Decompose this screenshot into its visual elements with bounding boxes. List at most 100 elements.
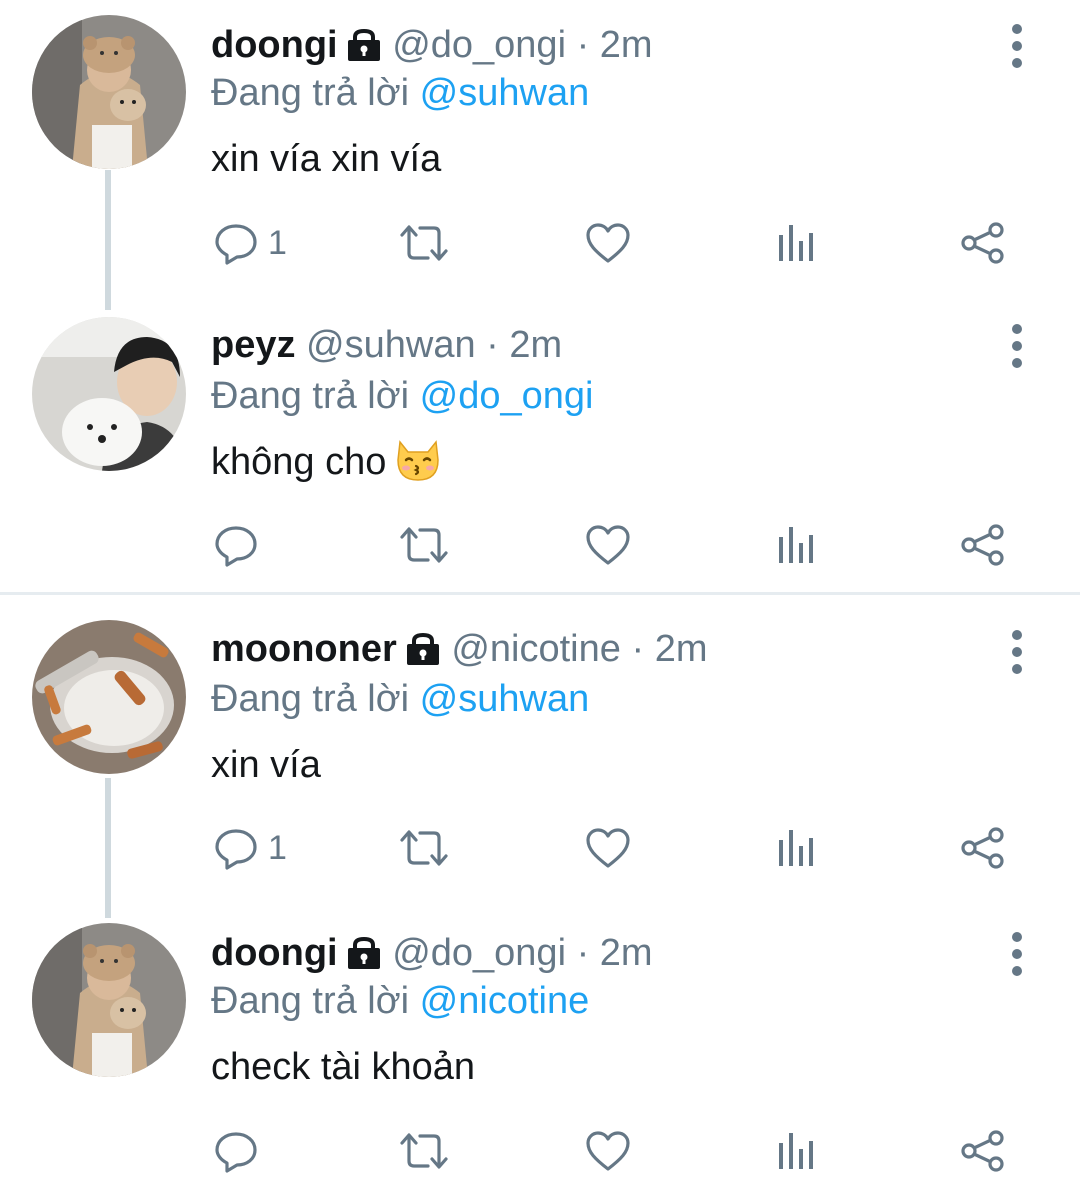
tweet[interactable]: moononer @nicotine · 2m Đang trả lời @su… — [0, 604, 1080, 904]
timestamp[interactable]: 2m — [509, 324, 562, 366]
tweet-actions — [0, 515, 1080, 575]
separator-dot: · — [486, 324, 499, 366]
mention-link[interactable]: @suhwan — [420, 678, 590, 720]
analytics-button[interactable] — [777, 818, 815, 878]
more-options-icon[interactable] — [1004, 322, 1030, 372]
share-icon — [960, 221, 1006, 265]
like-icon — [585, 221, 631, 265]
reply-count: 1 — [268, 223, 287, 262]
handle[interactable]: @do_ongi — [392, 24, 566, 66]
replying-to-label: Đang trả lời — [211, 375, 410, 417]
tweet-text: xin vía xin vía — [211, 138, 442, 180]
lock-icon — [405, 630, 441, 676]
analytics-button[interactable] — [777, 1121, 815, 1181]
tweet-text: xin vía — [211, 744, 321, 786]
reply-button[interactable] — [214, 1121, 268, 1181]
like-button[interactable] — [585, 515, 631, 575]
more-options-icon[interactable] — [1004, 22, 1030, 72]
analytics-icon — [777, 828, 815, 868]
analytics-button[interactable] — [777, 213, 815, 273]
share-icon — [960, 1129, 1006, 1173]
like-icon — [585, 826, 631, 870]
timestamp[interactable]: 2m — [655, 628, 708, 670]
replying-to: Đang trả lời @nicotine — [211, 978, 589, 1024]
separator-dot: · — [576, 932, 590, 974]
replying-to: Đang trả lời @do_ongi — [211, 373, 594, 419]
share-button[interactable] — [960, 1121, 1006, 1181]
mention-link[interactable]: @do_ongi — [420, 375, 594, 417]
display-name[interactable]: peyz — [211, 324, 295, 366]
kissing-cat-emoji — [394, 438, 442, 493]
handle[interactable]: @do_ongi — [392, 932, 566, 974]
tweet-header: peyz @suhwan · 2m — [211, 322, 562, 368]
like-button[interactable] — [585, 1121, 631, 1181]
replying-to: Đang trả lời @suhwan — [211, 676, 589, 722]
separator-dot: · — [576, 24, 590, 66]
tweet-actions — [0, 1121, 1080, 1181]
display-name[interactable]: doongi — [211, 24, 338, 66]
timestamp[interactable]: 2m — [600, 24, 653, 66]
share-button[interactable] — [960, 818, 1006, 878]
handle[interactable]: @nicotine — [451, 628, 621, 670]
retweet-button[interactable] — [398, 1121, 450, 1181]
like-button[interactable] — [585, 818, 631, 878]
separator-dot: · — [631, 628, 645, 670]
handle[interactable]: @suhwan — [306, 324, 476, 366]
reply-icon — [214, 1129, 258, 1173]
lock-icon — [346, 934, 382, 980]
replying-to-label: Đang trả lời — [211, 980, 410, 1022]
lock-icon — [346, 26, 382, 72]
display-name[interactable]: moononer — [211, 628, 397, 670]
reply-icon — [214, 523, 258, 567]
avatar[interactable] — [32, 620, 186, 774]
retweet-button[interactable] — [398, 213, 450, 273]
tweet-header: doongi @do_ongi · 2m — [211, 930, 653, 980]
avatar[interactable] — [32, 15, 186, 169]
retweet-button[interactable] — [398, 818, 450, 878]
share-button[interactable] — [960, 213, 1006, 273]
tweet-actions: 1 — [0, 213, 1080, 273]
reply-button[interactable]: 1 — [214, 213, 287, 273]
reply-icon — [214, 221, 258, 265]
mention-link[interactable]: @nicotine — [420, 980, 590, 1022]
tweet-text: không cho — [211, 441, 387, 483]
reply-icon — [214, 826, 258, 870]
mention-link[interactable]: @suhwan — [420, 72, 590, 114]
like-icon — [585, 1129, 631, 1173]
timestamp[interactable]: 2m — [600, 932, 653, 974]
retweet-icon — [398, 523, 450, 567]
analytics-icon — [777, 1131, 815, 1171]
more-options-icon[interactable] — [1004, 628, 1030, 678]
share-button[interactable] — [960, 515, 1006, 575]
tweet[interactable]: doongi @do_ongi · 2m Đang trả lời @nicot… — [0, 906, 1080, 1192]
tweet-text: check tài khoản — [211, 1046, 476, 1088]
avatar[interactable] — [32, 923, 186, 1077]
reply-count: 1 — [268, 828, 287, 867]
like-icon — [585, 523, 631, 567]
tweet-actions: 1 — [0, 818, 1080, 878]
like-button[interactable] — [585, 213, 631, 273]
retweet-icon — [398, 221, 450, 265]
replying-to-label: Đang trả lời — [211, 678, 410, 720]
share-icon — [960, 826, 1006, 870]
divider — [0, 592, 1080, 595]
more-options-icon[interactable] — [1004, 930, 1030, 980]
tweet-header: doongi @do_ongi · 2m — [211, 22, 653, 72]
tweet[interactable]: peyz @suhwan · 2m Đang trả lời @do_ongi … — [0, 300, 1080, 590]
reply-button[interactable]: 1 — [214, 818, 287, 878]
share-icon — [960, 523, 1006, 567]
replying-to: Đang trả lời @suhwan — [211, 70, 589, 116]
analytics-icon — [777, 525, 815, 565]
avatar[interactable] — [32, 317, 186, 471]
analytics-icon — [777, 223, 815, 263]
tweet-header: moononer @nicotine · 2m — [211, 626, 707, 676]
tweet[interactable]: doongi @do_ongi · 2m Đang trả lời @suhwa… — [0, 0, 1080, 300]
reply-button[interactable] — [214, 515, 268, 575]
retweet-button[interactable] — [398, 515, 450, 575]
analytics-button[interactable] — [777, 515, 815, 575]
tweet-text-row: không cho — [211, 438, 442, 493]
retweet-icon — [398, 1129, 450, 1173]
replying-to-label: Đang trả lời — [211, 72, 410, 114]
display-name[interactable]: doongi — [211, 932, 338, 974]
retweet-icon — [398, 826, 450, 870]
